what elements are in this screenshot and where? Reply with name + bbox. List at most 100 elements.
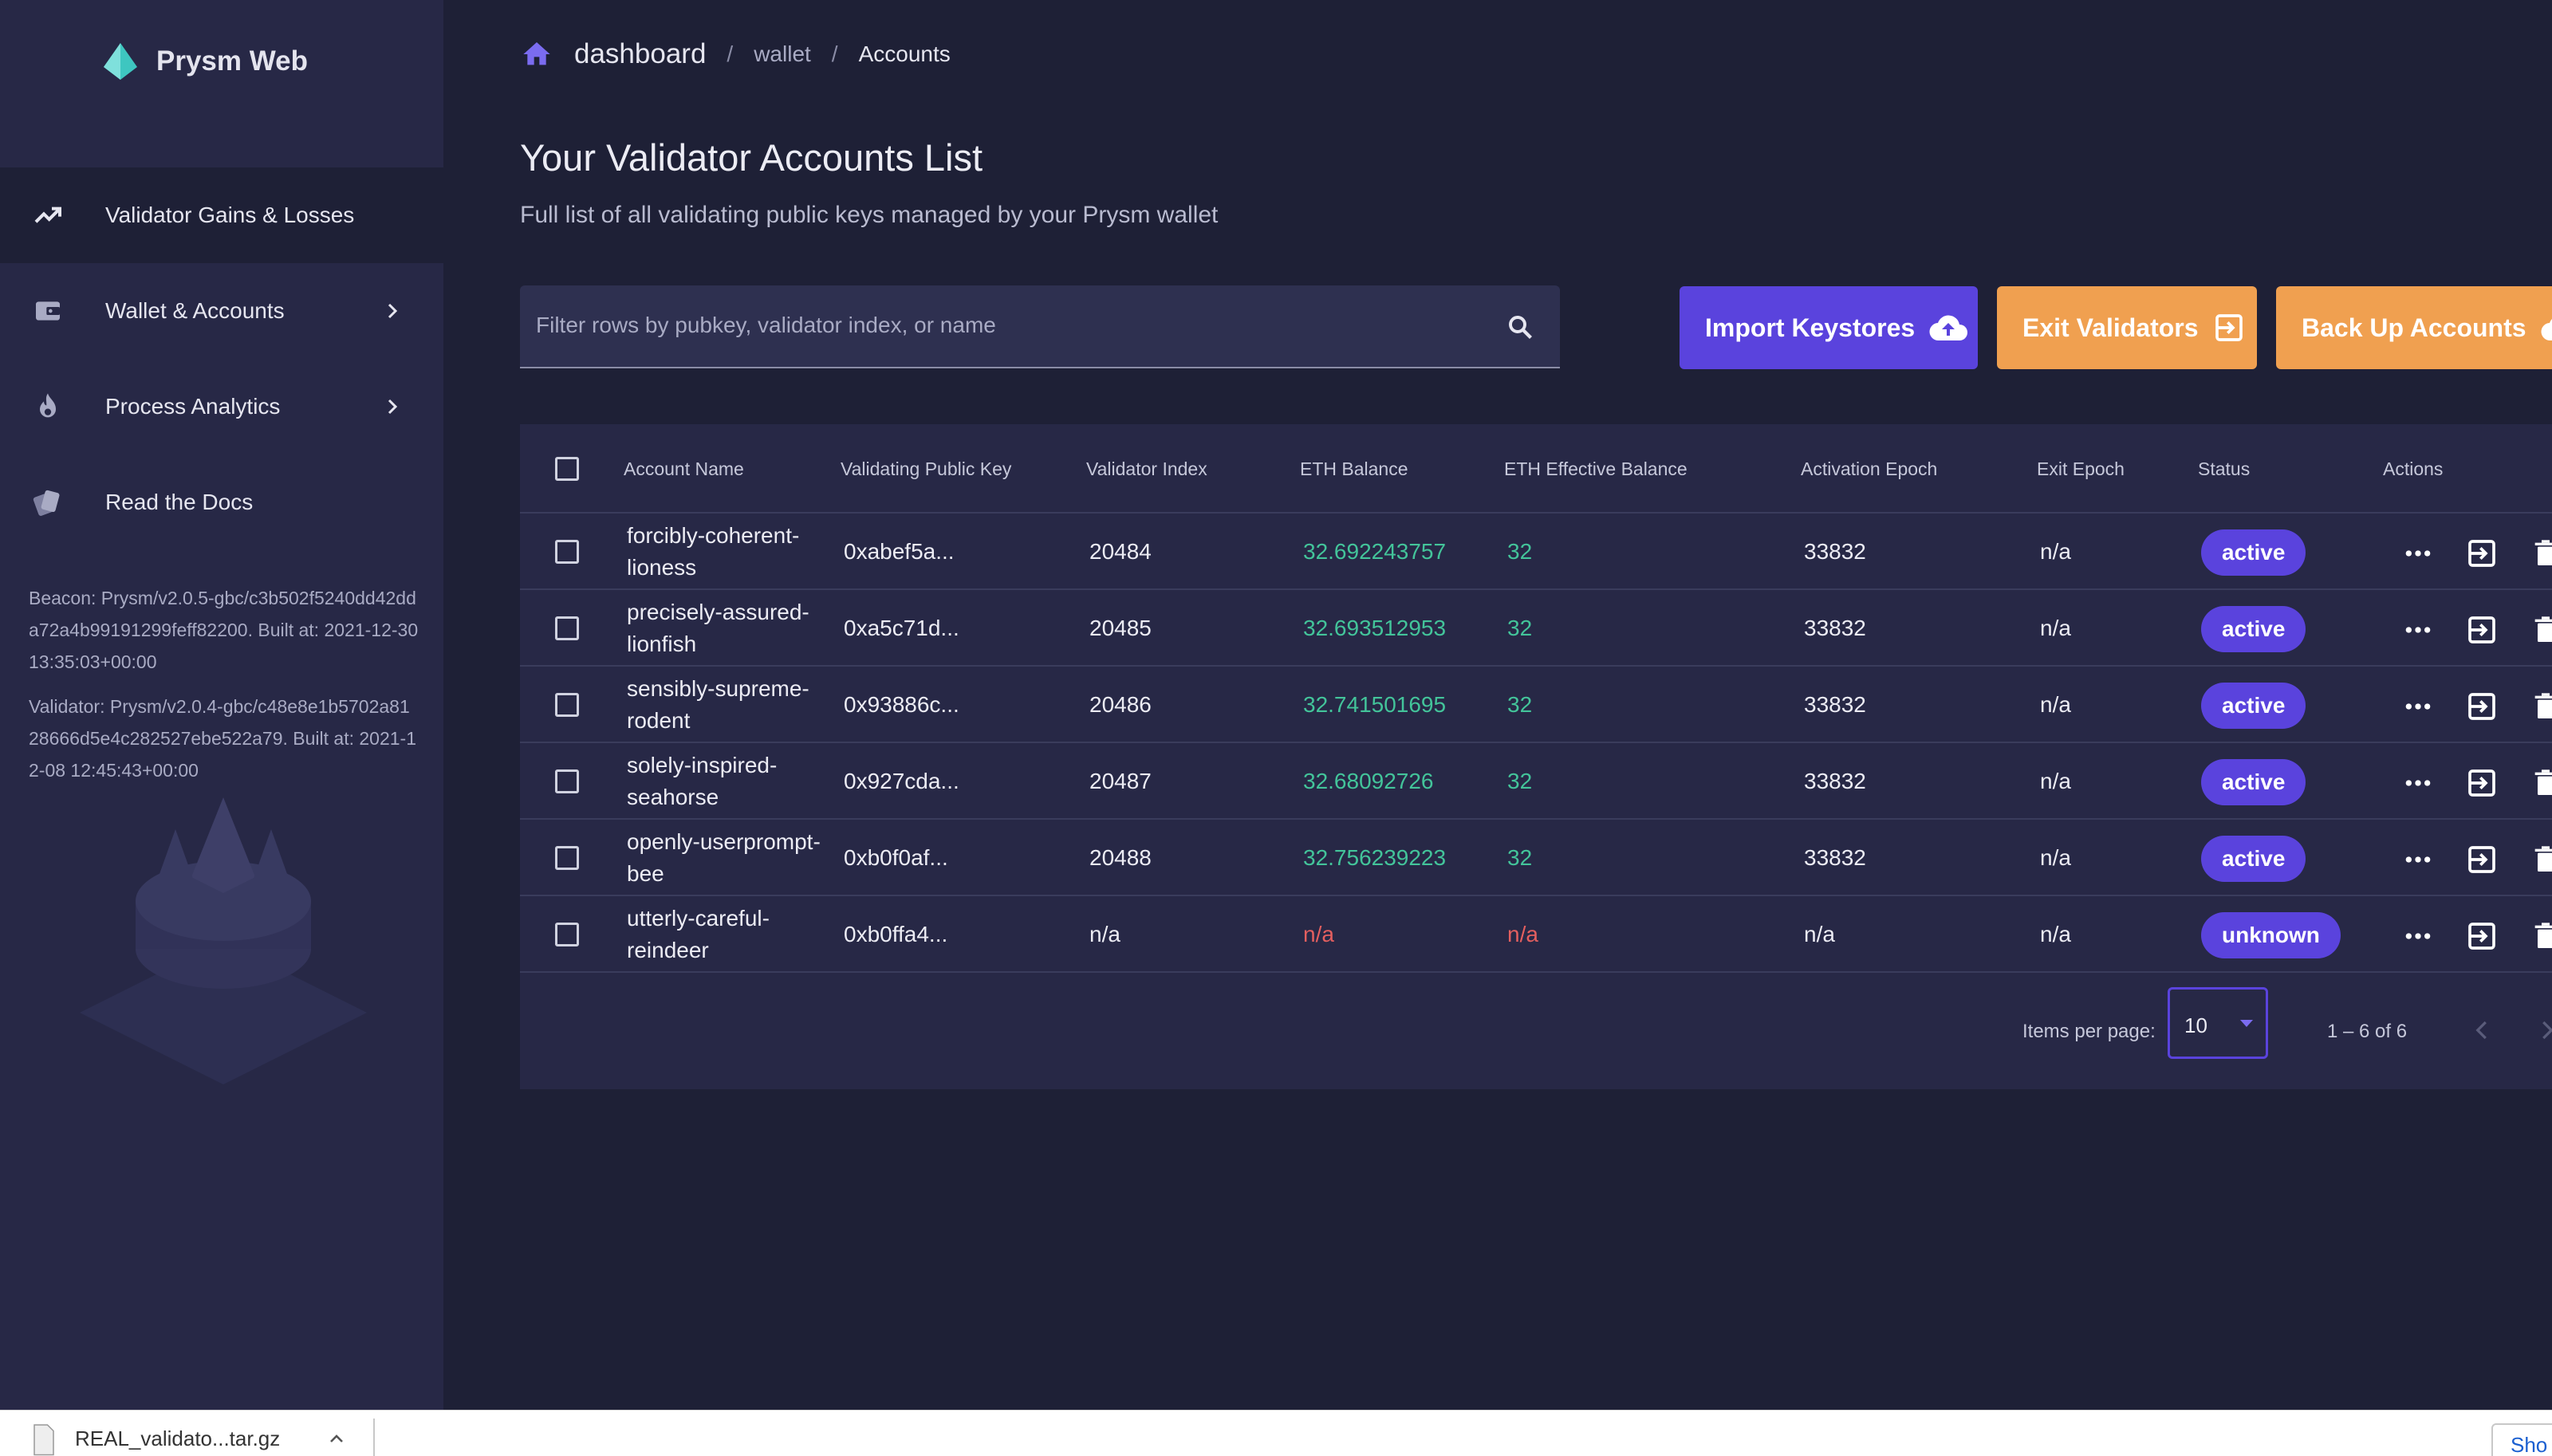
sidebar-item-wallet-accounts[interactable]: Wallet & Accounts [0, 263, 443, 359]
public-key-cell[interactable]: 0xabef5a... [844, 514, 955, 590]
column-header-validator-index[interactable]: Validator Index [1086, 424, 1207, 514]
table-row[interactable]: precisely-assured-lionfish 0xa5c71d... 2… [520, 590, 2552, 667]
show-all-button[interactable]: Sho [2491, 1423, 2552, 1456]
exit-icon[interactable] [2466, 844, 2498, 876]
activation-epoch-cell: 33832 [1804, 769, 1866, 793]
more-icon[interactable] [2402, 767, 2434, 799]
exit-icon[interactable] [2466, 920, 2498, 952]
delete-icon[interactable] [2530, 767, 2552, 799]
status-badge: active [2201, 759, 2306, 805]
delete-icon[interactable] [2530, 614, 2552, 646]
previous-page-icon[interactable] [2471, 1016, 2495, 1045]
more-icon[interactable] [2402, 844, 2434, 876]
row-checkbox[interactable] [555, 923, 579, 946]
search-icon[interactable] [1506, 313, 1534, 341]
breadcrumb-wallet[interactable]: wallet [754, 41, 811, 67]
more-icon[interactable] [2402, 614, 2434, 646]
sidebar-item-validator-gains[interactable]: Validator Gains & Losses [0, 167, 443, 263]
column-header-eth-balance[interactable]: ETH Balance [1300, 424, 1408, 514]
column-header-public-key[interactable]: Validating Public Key [841, 424, 1011, 514]
column-header-account-name[interactable]: Account Name [624, 424, 744, 514]
exit-icon[interactable] [2466, 537, 2498, 569]
sidebar-item-label: Validator Gains & Losses [105, 203, 355, 227]
wallet-icon [32, 295, 64, 327]
sidebar-item-read-docs[interactable]: Read the Docs [0, 455, 443, 550]
status-badge: unknown [2201, 912, 2341, 958]
table-row[interactable]: utterly-careful-reindeer 0xb0ffa4... n/a… [520, 896, 2552, 973]
row-checkbox[interactable] [555, 693, 579, 717]
exit-icon[interactable] [2466, 767, 2498, 799]
validator-index-cell: 20485 [1089, 616, 1152, 640]
effective-balance-cell: 32 [1507, 539, 1533, 564]
eth-balance-cell: 32.692243757 [1303, 539, 1447, 564]
next-page-icon[interactable] [2534, 1016, 2552, 1045]
public-key-cell[interactable]: 0xa5c71d... [844, 590, 959, 667]
breadcrumb-accounts: Accounts [858, 41, 951, 66]
exit-validators-button[interactable]: Exit Validators [1997, 286, 2257, 369]
home-icon[interactable] [520, 38, 553, 70]
activation-epoch-cell: 33832 [1804, 539, 1866, 564]
status-badge: active [2201, 683, 2306, 729]
eth-balance-cell: 32.756239223 [1303, 845, 1447, 870]
dropdown-caret-icon [2240, 1020, 2253, 1027]
exit-epoch-cell: n/a [2040, 769, 2071, 793]
public-key-cell[interactable]: 0xb0f0af... [844, 820, 948, 896]
delete-icon[interactable] [2530, 691, 2552, 722]
more-icon[interactable] [2402, 691, 2434, 722]
exit-icon[interactable] [2466, 691, 2498, 722]
more-icon[interactable] [2402, 920, 2434, 952]
search-input[interactable] [536, 285, 1477, 365]
row-checkbox[interactable] [555, 846, 579, 870]
table-row[interactable]: forcibly-coherent-lioness 0xabef5a... 20… [520, 514, 2552, 590]
account-name-cell: forcibly-coherent-lioness [627, 514, 826, 590]
backup-accounts-label: Back Up Accounts [2302, 313, 2526, 342]
page-title: Your Validator Accounts List [520, 136, 983, 179]
account-name-cell: precisely-assured-lionfish [627, 590, 826, 667]
page-size-select[interactable]: 10 [2168, 987, 2268, 1059]
download-bar-divider [373, 1419, 375, 1456]
public-key-cell[interactable]: 0x927cda... [844, 743, 959, 820]
column-header-exit-epoch[interactable]: Exit Epoch [2037, 424, 2125, 514]
sidebar-item-process-analytics[interactable]: Process Analytics [0, 359, 443, 455]
delete-icon[interactable] [2530, 920, 2552, 952]
table-row[interactable]: openly-userprompt-bee 0xb0f0af... 20488 … [520, 820, 2552, 896]
exit-validators-label: Exit Validators [2022, 313, 2199, 342]
column-header-status[interactable]: Status [2198, 424, 2250, 514]
account-name-line2: reindeer [627, 938, 709, 962]
exit-icon[interactable] [2466, 614, 2498, 646]
chevron-up-icon[interactable] [327, 1430, 346, 1449]
import-keystores-button[interactable]: Import Keystores [1680, 286, 1978, 369]
page-subtitle: Full list of all validating public keys … [520, 202, 1219, 228]
select-all-checkbox[interactable] [555, 457, 579, 481]
search-field[interactable] [520, 285, 1560, 368]
account-name-cell: openly-userprompt-bee [627, 820, 826, 896]
backup-accounts-button[interactable]: Back Up Accounts [2276, 286, 2552, 369]
column-header-effective-balance[interactable]: ETH Effective Balance [1504, 424, 1688, 514]
page-size-value: 10 [2184, 1013, 2207, 1037]
sidebar-item-label: Read the Docs [105, 490, 254, 514]
more-icon[interactable] [2402, 537, 2434, 569]
eth-balance-cell: 32.693512953 [1303, 616, 1447, 640]
exit-epoch-cell: n/a [2040, 616, 2071, 640]
table-row[interactable]: sensibly-supreme-rodent 0x93886c... 2048… [520, 667, 2552, 743]
download-file-name[interactable]: REAL_validato...tar.gz [75, 1426, 280, 1451]
validator-index-cell: 20484 [1089, 539, 1152, 564]
column-header-activation-epoch[interactable]: Activation Epoch [1801, 424, 1937, 514]
breadcrumb-dashboard[interactable]: dashboard [574, 38, 706, 70]
account-name-line1: forcibly-coherent- [627, 523, 800, 548]
brand[interactable]: Prysm Web [102, 41, 308, 81]
table-row[interactable]: solely-inspired-seahorse 0x927cda... 204… [520, 743, 2552, 820]
delete-icon[interactable] [2530, 537, 2552, 569]
delete-icon[interactable] [2530, 844, 2552, 876]
public-key-cell[interactable]: 0x93886c... [844, 667, 959, 743]
row-checkbox[interactable] [555, 616, 579, 640]
import-keystores-label: Import Keystores [1705, 313, 1916, 342]
breadcrumb-separator: / [831, 41, 838, 66]
validator-index-cell: 20486 [1089, 692, 1152, 717]
chevron-right-icon [388, 303, 398, 319]
activation-epoch-cell: 33832 [1804, 845, 1866, 870]
account-name-line2: lionfish [627, 632, 697, 656]
row-checkbox[interactable] [555, 540, 579, 564]
row-checkbox[interactable] [555, 769, 579, 793]
public-key-cell[interactable]: 0xb0ffa4... [844, 896, 947, 973]
